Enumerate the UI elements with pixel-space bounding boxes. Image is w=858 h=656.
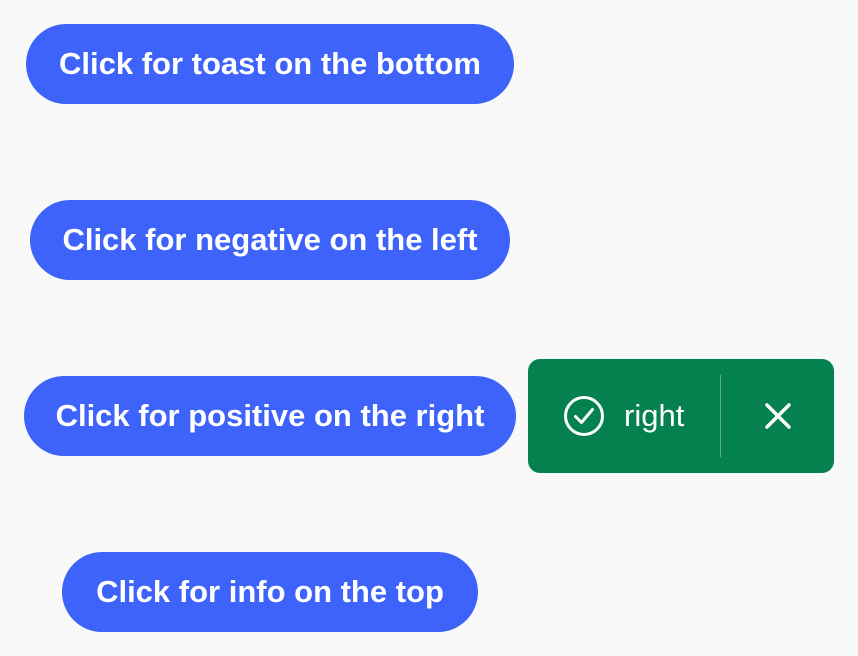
close-icon: [765, 403, 791, 429]
positive-right-button[interactable]: Click for positive on the right: [24, 376, 516, 456]
toast-message: right: [624, 398, 685, 433]
negative-left-button[interactable]: Click for negative on the left: [30, 200, 510, 280]
toast-divider: [720, 375, 721, 457]
toast-close-button[interactable]: [750, 388, 806, 444]
toast-bottom-button[interactable]: Click for toast on the bottom: [26, 24, 514, 104]
info-top-button[interactable]: Click for info on the top: [62, 552, 478, 632]
checkmark-circle-icon: [563, 395, 605, 437]
positive-toast: right: [528, 359, 834, 473]
